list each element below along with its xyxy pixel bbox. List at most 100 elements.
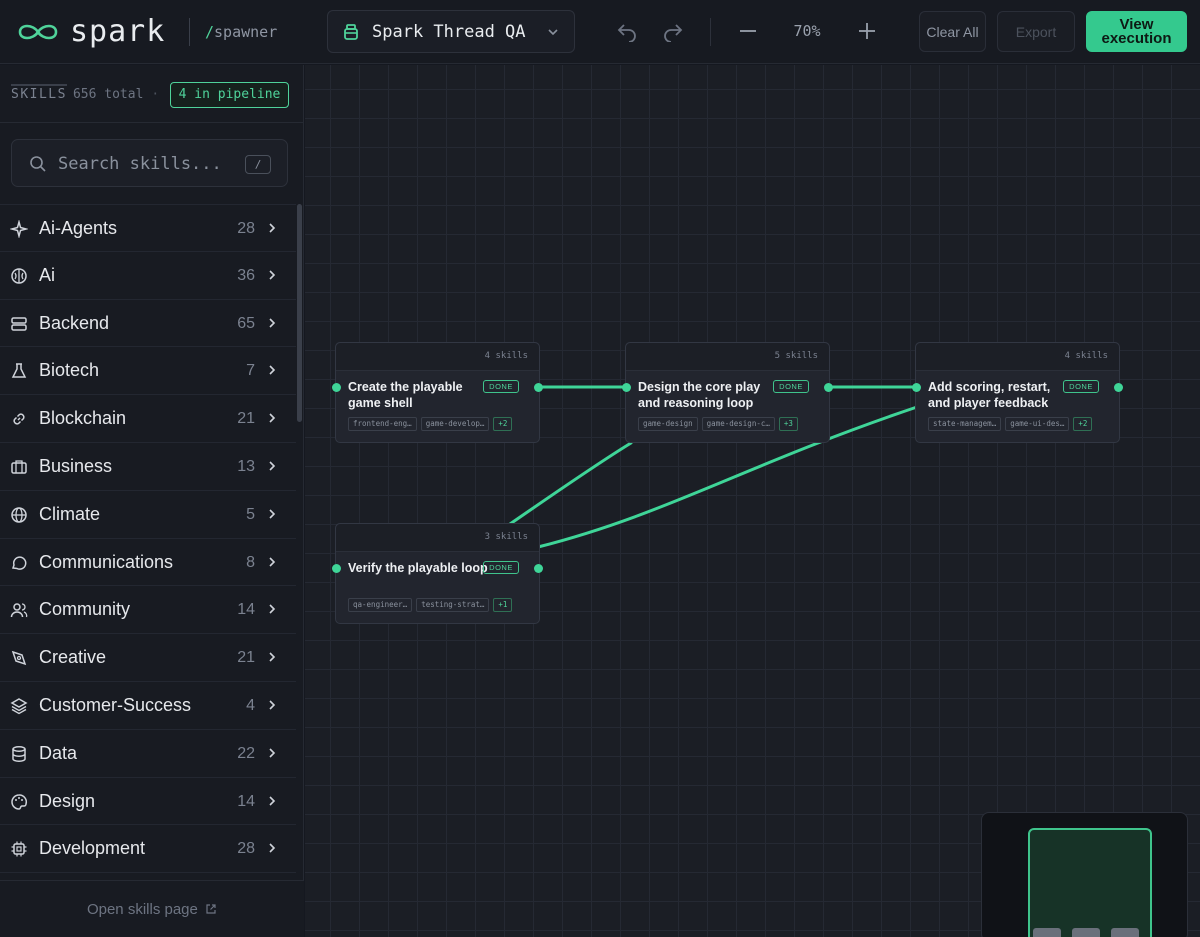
- search-input[interactable]: [58, 150, 233, 178]
- category-count: 36: [237, 266, 255, 284]
- flask-icon: [11, 363, 27, 379]
- chevron-right-icon: [269, 223, 276, 233]
- category-item[interactable]: Design 14: [0, 778, 296, 826]
- skills-label: SKILLS: [11, 84, 67, 102]
- skill-tag: game-design-c…: [701, 417, 775, 431]
- category-item[interactable]: Creative 21: [0, 634, 296, 682]
- more-tags-badge[interactable]: +2: [493, 417, 513, 431]
- category-label: Design: [39, 790, 96, 811]
- chat-icon: [11, 555, 27, 570]
- input-port[interactable]: [332, 564, 341, 573]
- minimap-node: [1033, 928, 1061, 937]
- pipeline-node[interactable]: 4 skills Create the playable game shell DO…: [332, 342, 543, 443]
- category-count: 14: [237, 601, 255, 619]
- chevron-right-icon: [269, 652, 276, 662]
- chevron-right-icon: [269, 365, 276, 375]
- minimap[interactable]: [981, 812, 1188, 937]
- skills-total: 656 total: [72, 87, 144, 102]
- input-port[interactable]: [332, 383, 341, 392]
- zoom-out-icon[interactable]: [737, 20, 759, 42]
- pen-tool-icon: [11, 650, 27, 666]
- chevron-right-icon: [269, 557, 276, 567]
- clear-all-button[interactable]: Clear All: [919, 11, 986, 52]
- chip-icon: [11, 841, 27, 857]
- category-count: 13: [237, 457, 255, 475]
- logo[interactable]: spark: [16, 15, 165, 49]
- chevron-right-icon: [269, 413, 276, 423]
- category-count: 22: [237, 744, 255, 762]
- input-port[interactable]: [912, 383, 921, 392]
- redo-icon[interactable]: [662, 20, 684, 42]
- minimap-viewport[interactable]: [1028, 828, 1152, 937]
- output-port[interactable]: [824, 383, 833, 392]
- category-item[interactable]: Business 13: [0, 443, 296, 491]
- node-tags: game-design game-design-c… +3: [638, 417, 798, 431]
- output-port[interactable]: [534, 383, 543, 392]
- chevron-right-icon: [269, 270, 276, 280]
- search-icon: [30, 156, 46, 172]
- node-skill-count: 3 skills: [484, 532, 528, 542]
- sidebar-footer: Open skills page: [0, 880, 304, 937]
- pipeline-node[interactable]: 4 skills Add scoring, restart, and player…: [912, 342, 1123, 443]
- status-badge: DONE: [1063, 380, 1099, 393]
- more-tags-badge[interactable]: +2: [1073, 417, 1093, 431]
- sidebar-scrollbar[interactable]: [297, 204, 302, 422]
- category-item[interactable]: Development 28: [0, 825, 296, 874]
- export-button[interactable]: Export: [997, 11, 1075, 52]
- category-count: 21: [237, 649, 255, 667]
- skill-tag: game-design: [638, 417, 698, 431]
- node-tags: qa-engineer… testing-strat… +1: [348, 598, 513, 612]
- category-label: Climate: [39, 503, 101, 524]
- zoom-in-icon[interactable]: [856, 20, 878, 42]
- category-item[interactable]: Biotech 7: [0, 347, 296, 396]
- more-tags-badge[interactable]: +3: [778, 417, 798, 431]
- category-count: 8: [246, 553, 255, 571]
- category-label: Customer-Success: [39, 694, 192, 715]
- pipeline-node[interactable]: 5 skills Design the core play and reasoni…: [622, 342, 833, 443]
- pipeline-canvas[interactable]: 4 skills Create the playable game shell DO…: [305, 65, 1200, 937]
- category-item[interactable]: Climate 5: [0, 491, 296, 539]
- edge-design-to-verify: [508, 441, 633, 526]
- category-item[interactable]: Ai 36: [0, 252, 296, 300]
- pipeline-badge[interactable]: 4 in pipeline: [170, 82, 289, 108]
- category-item[interactable]: Community 14: [0, 586, 296, 635]
- category-count: 5: [246, 505, 255, 523]
- chevron-right-icon: [269, 461, 276, 471]
- category-item[interactable]: Ai-Agents 28: [0, 204, 296, 252]
- node-title: Design the core play and reasoning loop: [638, 380, 761, 410]
- infinity-icon: [18, 24, 58, 40]
- output-port[interactable]: [534, 564, 543, 573]
- logo-divider: [189, 18, 190, 46]
- edges-layer: [508, 385, 919, 549]
- category-label: Business: [39, 455, 113, 476]
- input-port[interactable]: [622, 383, 631, 392]
- view-execution-button[interactable]: View execution: [1086, 11, 1187, 52]
- search-box[interactable]: /: [11, 139, 288, 187]
- more-tags-badge[interactable]: +1: [493, 598, 513, 612]
- minimap-node: [1072, 928, 1100, 937]
- node-title: Create the playable game shell: [348, 380, 463, 410]
- category-item[interactable]: Backend 65: [0, 300, 296, 348]
- project-selector[interactable]: Spark Thread QA: [327, 10, 575, 53]
- category-label: Ai-Agents: [39, 218, 118, 238]
- category-item[interactable]: Customer-Success 4: [0, 682, 296, 730]
- category-count: 7: [246, 362, 255, 380]
- category-count: 65: [237, 314, 255, 332]
- briefcase-icon: [11, 460, 27, 474]
- users-icon: [10, 603, 28, 618]
- chevron-right-icon: [269, 604, 276, 614]
- minimap-node: [1111, 928, 1139, 937]
- category-item[interactable]: Communications 8: [0, 539, 296, 587]
- category-item[interactable]: Data 22: [0, 730, 296, 778]
- open-skills-link[interactable]: Open skills page: [0, 901, 304, 918]
- sparkle-icon: [10, 220, 28, 238]
- output-port[interactable]: [1114, 383, 1123, 392]
- node-skill-count: 5 skills: [774, 351, 818, 361]
- chevron-down-icon: [548, 29, 558, 36]
- skill-tag: testing-strat…: [416, 598, 490, 612]
- undo-icon[interactable]: [616, 20, 638, 42]
- node-title: Add scoring, restart, and player feedbac…: [928, 380, 1051, 410]
- category-item[interactable]: Blockchain 21: [0, 395, 296, 443]
- pipeline-node[interactable]: 3 skills Verify the playable loop DONE qa-e…: [332, 523, 543, 624]
- database-icon: [12, 745, 26, 762]
